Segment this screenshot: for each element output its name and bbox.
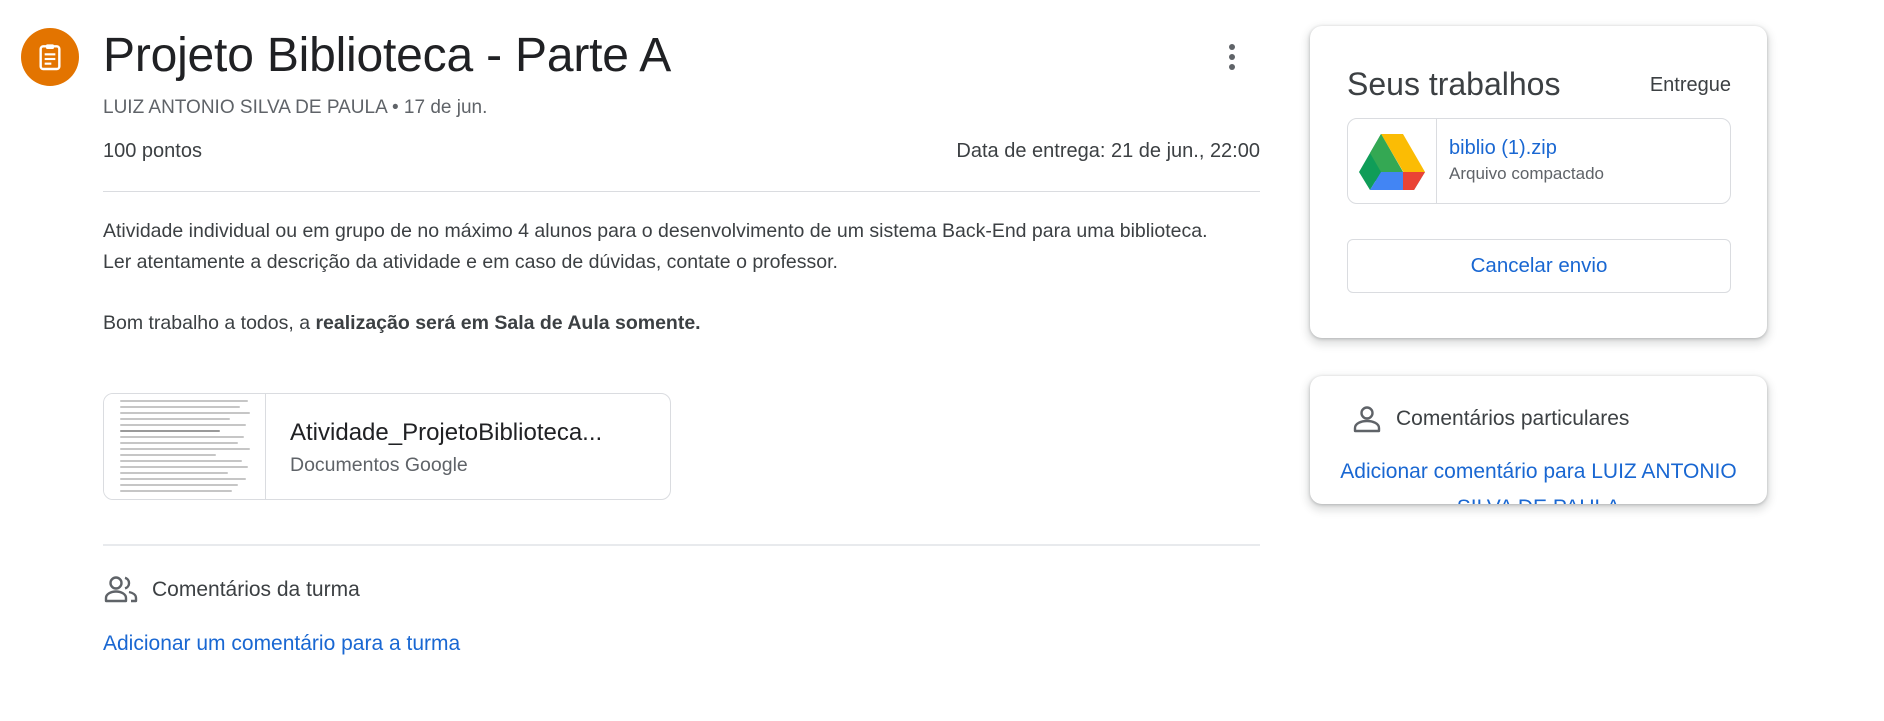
google-drive-icon	[1348, 119, 1437, 203]
meta-separator: •	[391, 97, 399, 118]
assignment-meta: LUIZ ANTONIO SILVA DE PAULA • 17 de jun.	[103, 96, 487, 120]
attachment-name: Atividade_ProjetoBiblioteca...	[290, 419, 603, 446]
your-work-title: Seus trabalhos	[1347, 66, 1561, 102]
people-icon	[104, 574, 138, 604]
submitted-file-name: biblio (1).zip	[1449, 137, 1557, 159]
person-icon	[1352, 404, 1382, 434]
cancel-submission-button[interactable]: Cancelar envio	[1347, 239, 1731, 293]
attachment-type: Documentos Google	[290, 454, 468, 476]
description-line-1: Atividade individual ou em grupo de no m…	[103, 220, 1208, 242]
add-private-comment-link[interactable]: Adicionar comentário para LUIZ ANTONIO S…	[1330, 454, 1747, 504]
points-label: 100 pontos	[103, 140, 202, 162]
private-comments-label: Comentários particulares	[1396, 407, 1630, 430]
add-class-comment-link[interactable]: Adicionar um comentário para a turma	[103, 631, 460, 657]
header-divider	[103, 191, 1260, 192]
page-title: Projeto Biblioteca - Parte A	[103, 29, 672, 82]
submitted-file-card[interactable]: biblio (1).zip Arquivo compactado	[1347, 118, 1731, 204]
assignment-description: Atividade individual ou em grupo de no m…	[103, 216, 1260, 338]
posted-date: 17 de jun.	[403, 97, 488, 118]
attachment-card[interactable]: Atividade_ProjetoBiblioteca... Documento…	[103, 393, 671, 500]
author-name: LUIZ ANTONIO SILVA DE PAULA	[103, 97, 387, 118]
status-badge: Entregue	[1649, 74, 1731, 96]
class-comments-label: Comentários da turma	[152, 578, 360, 601]
assignment-icon	[21, 28, 79, 86]
description-line-3: Bom trabalho a todos, a realização será …	[103, 308, 1260, 339]
description-line-2: Ler atentamente a descrição da atividade…	[103, 250, 838, 273]
section-divider	[103, 544, 1260, 546]
private-comments-content: Comentários particulares Adicionar comen…	[1310, 376, 1767, 504]
description-line-3-bold: realização será em Sala de Aula somente.	[315, 311, 701, 334]
more-options-icon[interactable]	[1220, 40, 1244, 74]
description-line-3-text: Bom trabalho a todos, a	[103, 311, 316, 334]
submitted-file-type: Arquivo compactado	[1449, 164, 1604, 183]
document-thumbnail	[104, 394, 266, 499]
due-date: Data de entrega: 21 de jun., 22:00	[956, 140, 1260, 162]
